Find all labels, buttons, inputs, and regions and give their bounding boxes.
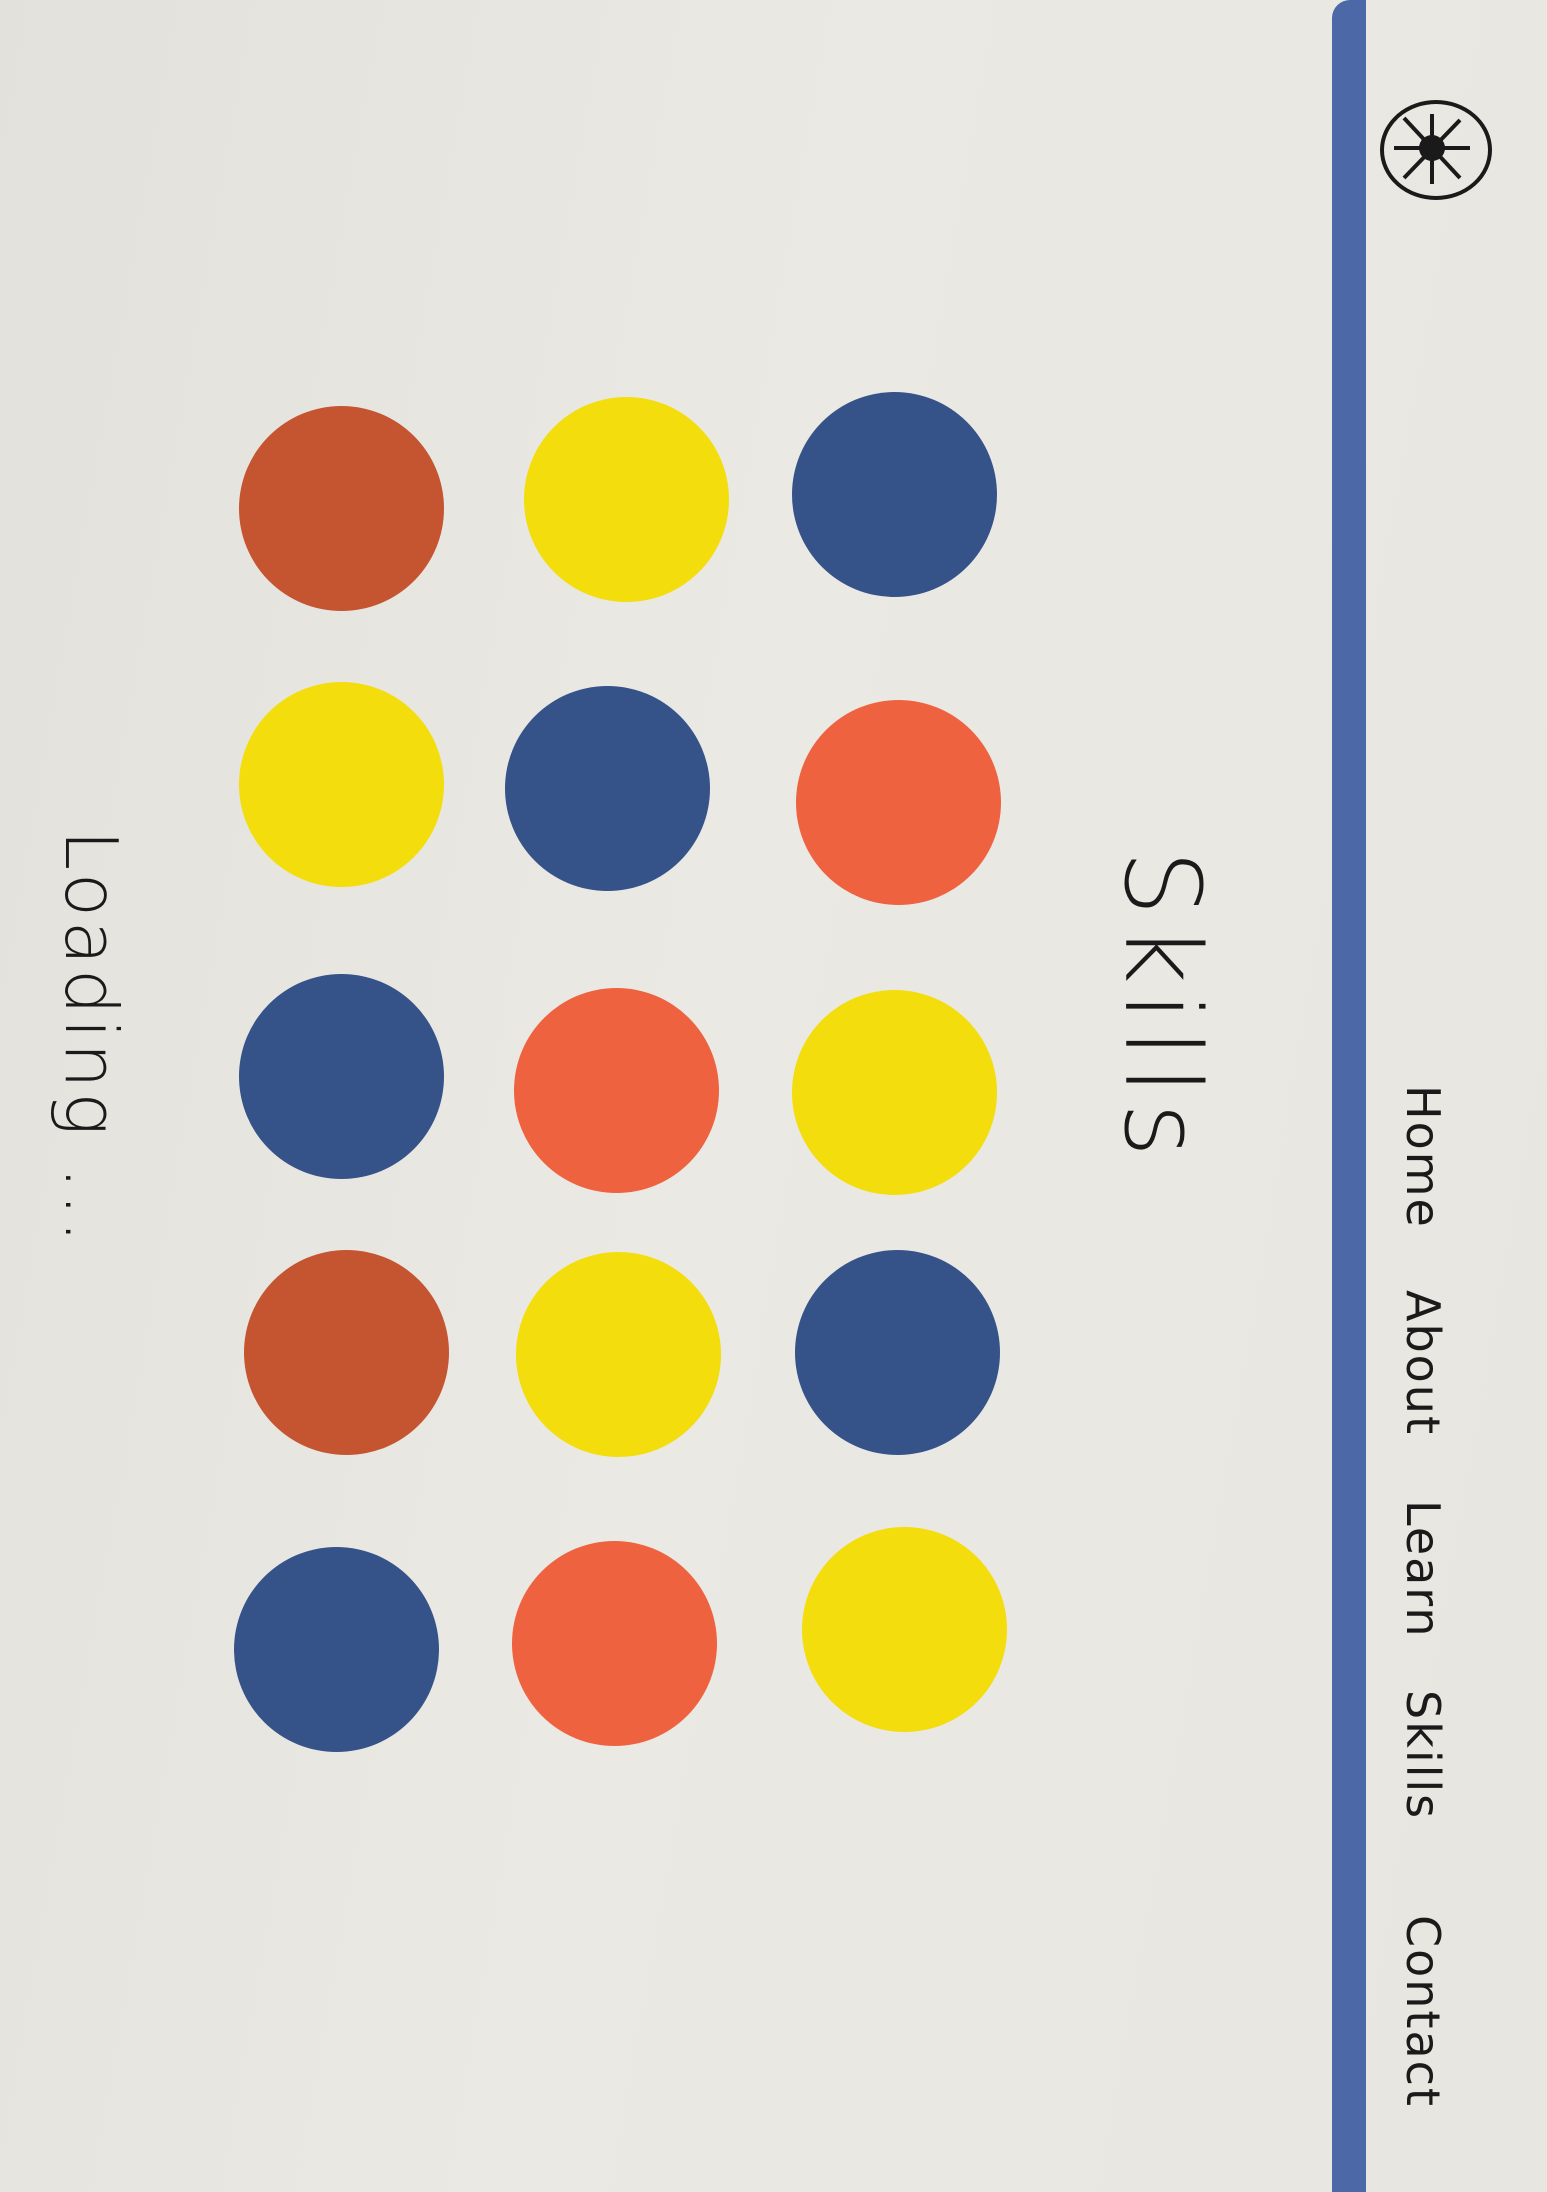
skill-dot[interactable] — [796, 700, 1001, 905]
skill-dot[interactable] — [239, 406, 444, 611]
skill-dot[interactable] — [792, 990, 997, 1195]
navigation-bar — [1368, 0, 1547, 2192]
paper-background — [0, 0, 1547, 2192]
spider-logo-icon[interactable] — [1374, 96, 1498, 204]
skill-dot[interactable] — [516, 1252, 721, 1457]
skill-dot[interactable] — [244, 1250, 449, 1455]
nav-learn-link[interactable]: Learn — [1396, 1500, 1450, 1639]
skill-dot[interactable] — [234, 1547, 439, 1752]
skill-dot[interactable] — [505, 686, 710, 891]
loading-indicator: Loading ... — [49, 830, 133, 1248]
skill-dot[interactable] — [239, 682, 444, 887]
skill-dot[interactable] — [514, 988, 719, 1193]
nav-skills-link[interactable]: Skills — [1396, 1690, 1450, 1820]
skill-dot[interactable] — [239, 974, 444, 1179]
nav-about-link[interactable]: About — [1396, 1290, 1450, 1436]
skill-dot[interactable] — [512, 1541, 717, 1746]
skill-dot[interactable] — [792, 392, 997, 597]
nav-home-link[interactable]: Home — [1396, 1085, 1450, 1229]
skill-dot[interactable] — [802, 1527, 1007, 1732]
page-title: Skills — [1101, 850, 1223, 1166]
skill-dot[interactable] — [795, 1250, 1000, 1455]
nav-contact-link[interactable]: Contact — [1396, 1915, 1450, 2108]
skill-dot[interactable] — [524, 397, 729, 602]
nav-divider — [1332, 0, 1366, 2192]
